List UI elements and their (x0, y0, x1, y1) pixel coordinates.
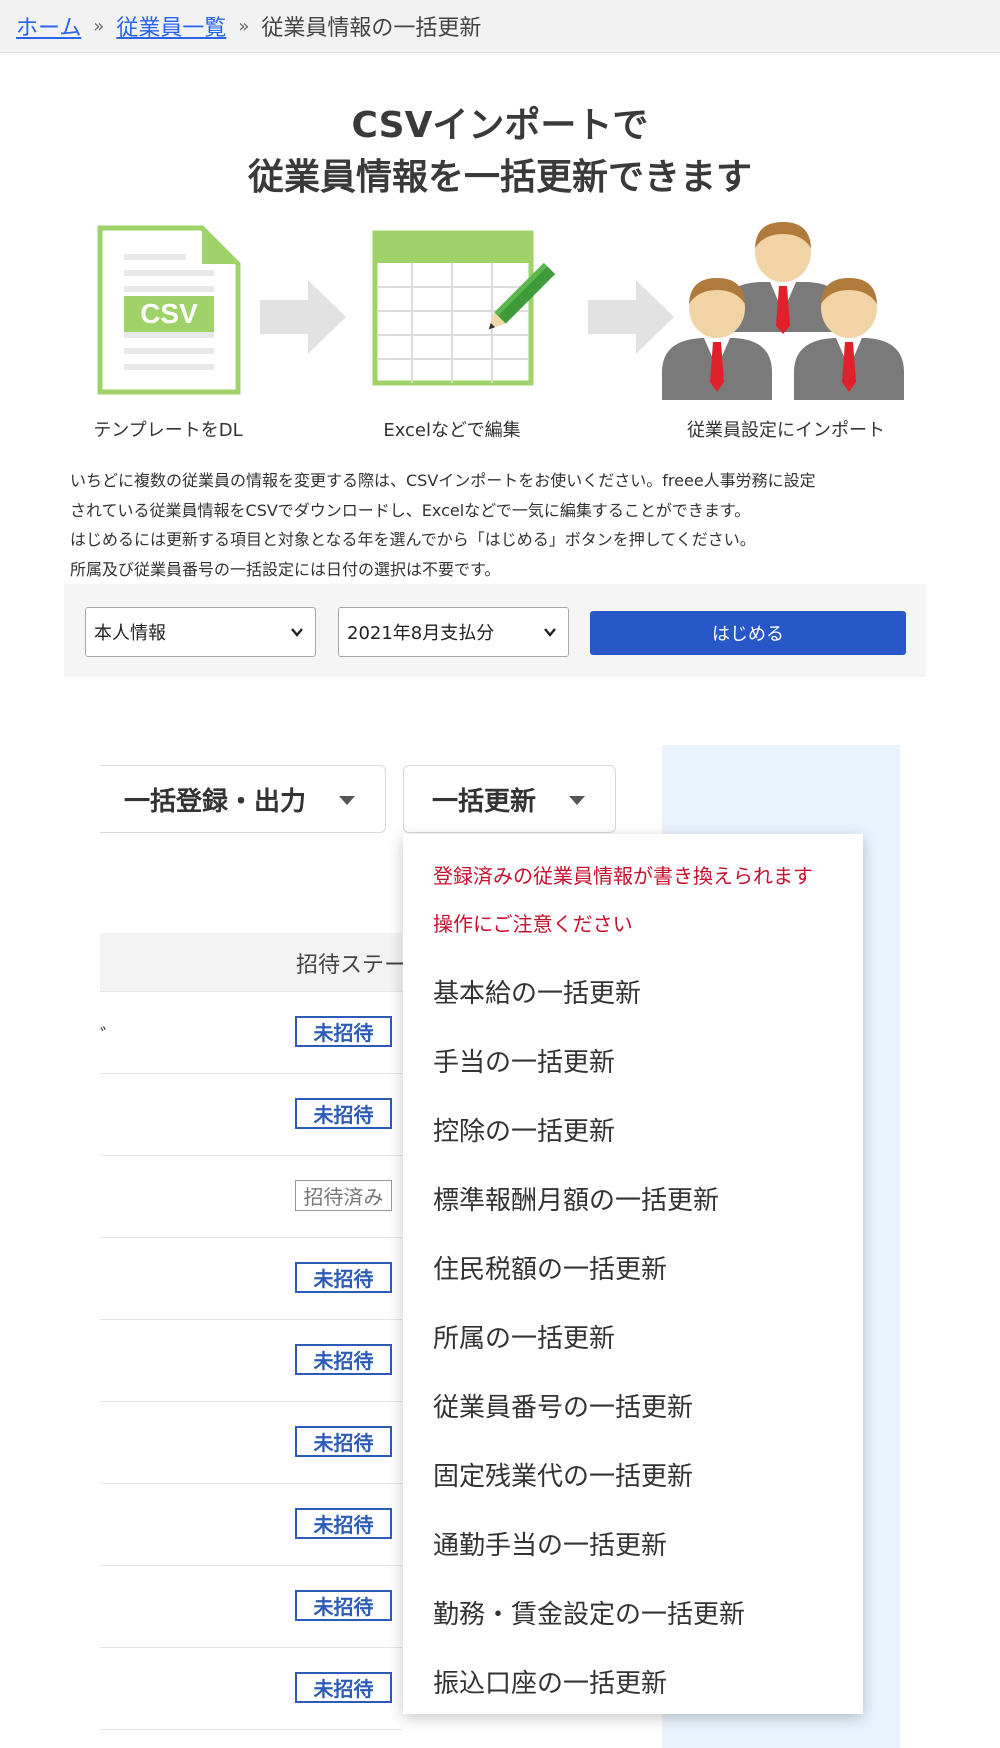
row-divider (100, 1565, 402, 1566)
status-badge: 未招待 (295, 1016, 392, 1047)
row-divider (100, 991, 402, 992)
row-divider (100, 1237, 402, 1238)
bulk-update-label: 一括更新 (432, 786, 537, 817)
menu-item-employee-number[interactable]: 従業員番号の一括更新 (433, 1387, 693, 1424)
row-divider (100, 1401, 402, 1402)
bulk-register-dropdown-button[interactable]: 一括登録・出力 (100, 765, 386, 833)
breadcrumb-employees-link[interactable]: 従業員一覧 (116, 10, 226, 42)
menu-item-allowance[interactable]: 手当の一括更新 (433, 1042, 615, 1079)
status-badge: 未招待 (295, 1426, 392, 1457)
chevron-down-icon (291, 628, 303, 637)
csv-icon-text: CSV (140, 298, 198, 329)
csv-file-icon: CSV (97, 225, 241, 395)
bulk-register-label: 一括登録・出力 (124, 786, 307, 817)
menu-item-bank-account[interactable]: 振込口座の一括更新 (433, 1663, 667, 1700)
arrow-right-icon (260, 280, 346, 354)
status-badge: 未招待 (295, 1590, 392, 1621)
step-label-import: 従業員設定にインポート (687, 420, 885, 441)
start-button[interactable]: はじめる (590, 611, 906, 655)
period-select[interactable]: 2021年8月支払分 (338, 607, 569, 657)
chevron-down-icon (544, 628, 556, 637)
row-divider (100, 1073, 402, 1074)
row-divider (100, 1729, 402, 1730)
status-badge: 未招待 (295, 1262, 392, 1293)
hero-title-line2: 従業員情報を一括更新できます (247, 157, 752, 198)
status-badge: 未招待 (295, 1344, 392, 1375)
breadcrumb-home-link[interactable]: ホーム (16, 10, 81, 42)
row-divider (100, 1155, 402, 1156)
breadcrumb: ホーム » 従業員一覧 » 従業員情報の一括更新 (0, 0, 1000, 53)
status-badge: 未招待 (295, 1508, 392, 1539)
row-divider (100, 1647, 402, 1648)
description-line: 所属及び従業員番号の一括設定には日付の選択は不要です。 (70, 559, 501, 579)
row-divider (100, 1319, 402, 1320)
item-select[interactable]: 本人情報 (85, 607, 316, 657)
caret-down-icon (339, 796, 355, 805)
step-label-edit: Excelなどで編集 (383, 420, 521, 441)
menu-item-deduction[interactable]: 控除の一括更新 (433, 1111, 615, 1148)
spreadsheet-icon (372, 230, 556, 386)
breadcrumb-current: 従業員情報の一括更新 (261, 16, 482, 41)
menu-item-resident-tax[interactable]: 住民税額の一括更新 (433, 1249, 667, 1286)
caret-down-icon (569, 796, 585, 805)
description-line: はじめるには更新する項目と対象となる年を選んでから「はじめる」ボタンを押してくだ… (70, 530, 756, 549)
bulk-update-dropdown-button[interactable]: 一括更新 (403, 765, 616, 833)
status-badge: 未招待 (295, 1672, 392, 1703)
hero-title-line1: CSVインポートで (351, 105, 649, 146)
menu-warning-line1: 登録済みの従業員情報が書き換えられます (433, 864, 813, 888)
menu-item-department[interactable]: 所属の一括更新 (433, 1318, 615, 1355)
status-column-header: 招待ステー (296, 953, 407, 978)
menu-item-fixed-overtime[interactable]: 固定残業代の一括更新 (433, 1456, 693, 1493)
item-select-value: 本人情報 (94, 623, 166, 644)
status-badge: 未招待 (295, 1098, 392, 1129)
description: いちどに複数の従業員の情報を変更する際は、CSVインポートをお使いください。fr… (70, 466, 930, 584)
menu-item-commute-allowance[interactable]: 通勤手当の一括更新 (433, 1525, 667, 1562)
breadcrumb-separator: » (238, 15, 250, 37)
bulk-update-menu: 登録済みの従業員情報が書き換えられます 操作にご注意ください 基本給の一括更新 … (403, 834, 863, 1714)
row-divider (100, 1483, 402, 1484)
row-cell-fragment: ﾞ (100, 1026, 112, 1051)
description-line: されている従業員情報をCSVでダウンロードし、Excelなどで一気に編集すること… (70, 500, 751, 520)
step-label-download: テンプレートをDL (93, 420, 243, 441)
period-select-value: 2021年8月支払分 (347, 623, 495, 644)
menu-warning-line2: 操作にご注意ください (433, 912, 633, 936)
status-badge: 招待済み (295, 1180, 392, 1211)
breadcrumb-separator: » (93, 15, 105, 37)
menu-item-basic-salary[interactable]: 基本給の一括更新 (433, 973, 641, 1010)
menu-item-work-wage-settings[interactable]: 勤務・賃金設定の一括更新 (433, 1594, 745, 1631)
menu-item-standard-remuneration[interactable]: 標準報酬月額の一括更新 (433, 1180, 719, 1217)
employees-group-icon (662, 222, 904, 400)
description-line: いちどに複数の従業員の情報を変更する際は、CSVインポートをお使いください。fr… (70, 471, 816, 490)
